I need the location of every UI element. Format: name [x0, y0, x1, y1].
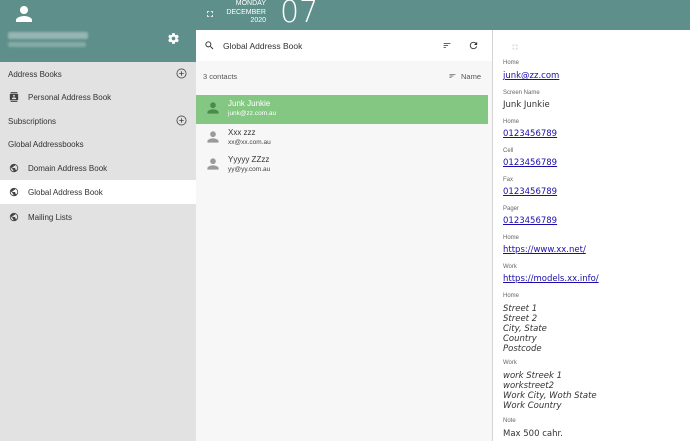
- date-display: MONDAY DECEMBER 2020: [226, 0, 266, 26]
- add-circle-icon[interactable]: [176, 115, 187, 126]
- add-circle-icon[interactable]: [176, 68, 187, 79]
- month: DECEMBER: [226, 8, 266, 16]
- top-bar: MONDAY DECEMBER 2020 07: [196, 0, 690, 30]
- fullscreen-icon[interactable]: [205, 9, 215, 19]
- refresh-icon[interactable]: [468, 40, 479, 51]
- account-header: [0, 0, 196, 62]
- address-line: Work City, Woth State: [503, 391, 597, 401]
- address-book-title: Global Address Book: [223, 41, 303, 51]
- pager-link[interactable]: 0123456789: [503, 216, 557, 226]
- contact-count: 3 contacts: [203, 72, 238, 81]
- section-subscriptions: Subscriptions: [0, 109, 196, 133]
- contact-email: yy@yy.com.au: [228, 166, 271, 173]
- contact-list-pane: Global Address Book 3 contacts Name Junk…: [196, 30, 492, 441]
- sidebar-item-label: Domain Address Book: [28, 164, 108, 173]
- address-line: Postcode: [503, 344, 542, 354]
- address-line: Work Country: [503, 401, 562, 411]
- address-line: workstreet2: [503, 381, 555, 391]
- sidebar-item-label: Mailing Lists: [28, 213, 73, 222]
- expand-icon[interactable]: [511, 43, 519, 51]
- sidebar-item-label: Global Address Book: [28, 188, 103, 197]
- user-name-blurred: [8, 32, 88, 39]
- sidebar: Address Books Personal Address Book Subs…: [0, 0, 196, 441]
- person-icon: [207, 102, 219, 114]
- contact-email: junk@zz.com.au: [228, 110, 277, 117]
- address-line: Country: [503, 334, 537, 344]
- sidebar-item-domain-address-book[interactable]: Domain Address Book: [0, 156, 196, 180]
- contact-name: Xxx zzz: [228, 128, 256, 137]
- address-line: Street 1: [503, 304, 538, 314]
- sort-lines-icon[interactable]: [448, 72, 457, 80]
- screen-name-label: Screen Name: [503, 90, 540, 96]
- section-global-addressbooks: Global Addressbooks: [0, 132, 196, 156]
- contact-name: Junk Junkie: [228, 99, 271, 108]
- person-icon: [207, 131, 219, 143]
- sidebar-item-mailing-lists[interactable]: Mailing Lists: [0, 205, 196, 229]
- note-value: Max 500 cahr.: [503, 429, 563, 439]
- weekday: MONDAY: [235, 0, 266, 7]
- fax-link[interactable]: 0123456789: [503, 187, 557, 197]
- contact-detail-pane: Home junk@zz.com Screen Name Junk Junkie…: [492, 30, 690, 441]
- list-toolbar: Global Address Book: [196, 30, 492, 61]
- url-work-label: Work: [503, 264, 517, 270]
- cell-link[interactable]: 0123456789: [503, 158, 557, 168]
- address-line: work Streek 1: [503, 371, 562, 381]
- address-line: Street 2: [503, 314, 538, 324]
- year: 2020: [250, 17, 266, 24]
- globe-icon: [9, 212, 19, 222]
- fax-label: Fax: [503, 177, 514, 183]
- phone-home-label: Home: [503, 119, 520, 125]
- address-home: Street 1 Street 2 City, State Country Po…: [503, 304, 547, 354]
- day-number: 07: [280, 0, 319, 30]
- section-label: Address Books: [8, 69, 62, 79]
- gear-icon[interactable]: [167, 32, 180, 45]
- user-email-blurred: [8, 42, 86, 47]
- phone-home-link[interactable]: 0123456789: [503, 129, 557, 139]
- contact-email: xx@xx.com.au: [228, 139, 271, 146]
- email-label: Home: [503, 60, 520, 66]
- contact-row[interactable]: Junk Junkie junk@zz.com.au: [196, 95, 488, 124]
- address-work: work Streek 1 workstreet2 Work City, Wot…: [503, 371, 597, 411]
- screen-name-value: Junk Junkie: [503, 100, 550, 110]
- globe-icon: [9, 163, 19, 173]
- section-address-books: Address Books: [0, 62, 196, 86]
- contact-row[interactable]: Yyyyy ZZzz yy@yy.com.au: [196, 151, 488, 180]
- url-home-label: Home: [503, 235, 520, 241]
- person-icon: [207, 158, 219, 170]
- pager-label: Pager: [503, 206, 520, 212]
- search-icon[interactable]: [204, 40, 215, 51]
- cell-label: Cell: [503, 148, 514, 154]
- address-home-label: Home: [503, 293, 520, 299]
- address-line: City, State: [503, 324, 547, 334]
- url-work-link[interactable]: https://models.xx.info/: [503, 274, 599, 284]
- sidebar-item-global-address-book[interactable]: Global Address Book: [0, 180, 196, 204]
- sidebar-item-label: Personal Address Book: [28, 93, 112, 102]
- address-work-label: Work: [503, 360, 517, 366]
- contact-row[interactable]: Xxx zzz xx@xx.com.au: [196, 124, 488, 153]
- section-label: Global Addressbooks: [8, 139, 84, 149]
- section-label: Subscriptions: [8, 116, 57, 126]
- sidebar-item-personal-address-book[interactable]: Personal Address Book: [0, 85, 196, 109]
- sort-by-name-label[interactable]: Name: [461, 72, 481, 81]
- contact-name: Yyyyy ZZzz: [228, 155, 270, 164]
- url-home-link[interactable]: https://www.xx.net/: [503, 245, 586, 255]
- sort-icon[interactable]: [442, 41, 452, 50]
- email-link[interactable]: junk@zz.com: [503, 71, 559, 81]
- note-label: Note: [503, 418, 516, 424]
- contacts-book-icon: [9, 92, 19, 102]
- user-avatar-icon[interactable]: [14, 4, 34, 24]
- globe-icon: [9, 187, 19, 197]
